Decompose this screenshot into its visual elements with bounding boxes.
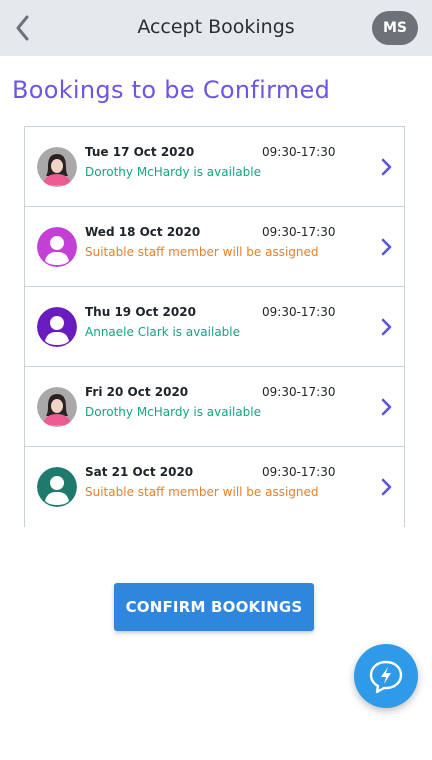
- chevron-right-icon[interactable]: [380, 157, 394, 177]
- booking-date: Thu 19 Oct 2020: [85, 305, 196, 319]
- user-avatar[interactable]: MS: [372, 11, 418, 45]
- booking-status: Annaele Clark is available: [85, 325, 241, 339]
- booking-time: 09:30-17:30: [262, 385, 336, 399]
- person-avatar-icon: [37, 467, 77, 507]
- booking-status: Dorothy McHardy is available: [85, 405, 261, 419]
- woman-avatar-icon: [37, 387, 77, 427]
- booking-status: Suitable staff member will be assigned: [85, 485, 319, 499]
- lightning-chat-icon[interactable]: [354, 644, 418, 708]
- person-avatar-icon: [37, 227, 77, 267]
- booking-status: Dorothy McHardy is available: [85, 165, 261, 179]
- booking-date: Fri 20 Oct 2020: [85, 385, 189, 399]
- bookings-list: Tue 17 Oct 2020 09:30-17:30 Dorothy McHa…: [24, 126, 405, 527]
- booking-date: Wed 18 Oct 2020: [85, 225, 201, 239]
- booking-row[interactable]: Sat 21 Oct 2020 09:30-17:30 Suitable sta…: [25, 447, 404, 527]
- confirm-bookings-button[interactable]: CONFIRM BOOKINGS: [114, 583, 314, 631]
- booking-time: 09:30-17:30: [262, 225, 336, 239]
- booking-time: 09:30-17:30: [262, 305, 336, 319]
- woman-avatar-icon: [37, 147, 77, 187]
- chevron-right-icon[interactable]: [380, 237, 394, 257]
- top-bar: Accept Bookings MS: [0, 0, 432, 56]
- booking-row[interactable]: Fri 20 Oct 2020 09:30-17:30 Dorothy McHa…: [25, 367, 404, 447]
- chevron-right-icon[interactable]: [380, 477, 394, 497]
- booking-row[interactable]: Thu 19 Oct 2020 09:30-17:30 Annaele Clar…: [25, 287, 404, 367]
- person-avatar-icon: [37, 307, 77, 347]
- booking-status: Suitable staff member will be assigned: [85, 245, 319, 259]
- chevron-right-icon[interactable]: [380, 317, 394, 337]
- booking-date: Tue 17 Oct 2020: [85, 145, 195, 159]
- page-title: Accept Bookings: [137, 16, 295, 38]
- booking-row[interactable]: Tue 17 Oct 2020 09:30-17:30 Dorothy McHa…: [25, 127, 404, 207]
- booking-time: 09:30-17:30: [262, 465, 336, 479]
- booking-row[interactable]: Wed 18 Oct 2020 09:30-17:30 Suitable sta…: [25, 207, 404, 287]
- chevron-right-icon[interactable]: [380, 397, 394, 417]
- booking-time: 09:30-17:30: [262, 145, 336, 159]
- booking-date: Sat 21 Oct 2020: [85, 465, 194, 479]
- section-heading: Bookings to be Confirmed: [12, 76, 331, 104]
